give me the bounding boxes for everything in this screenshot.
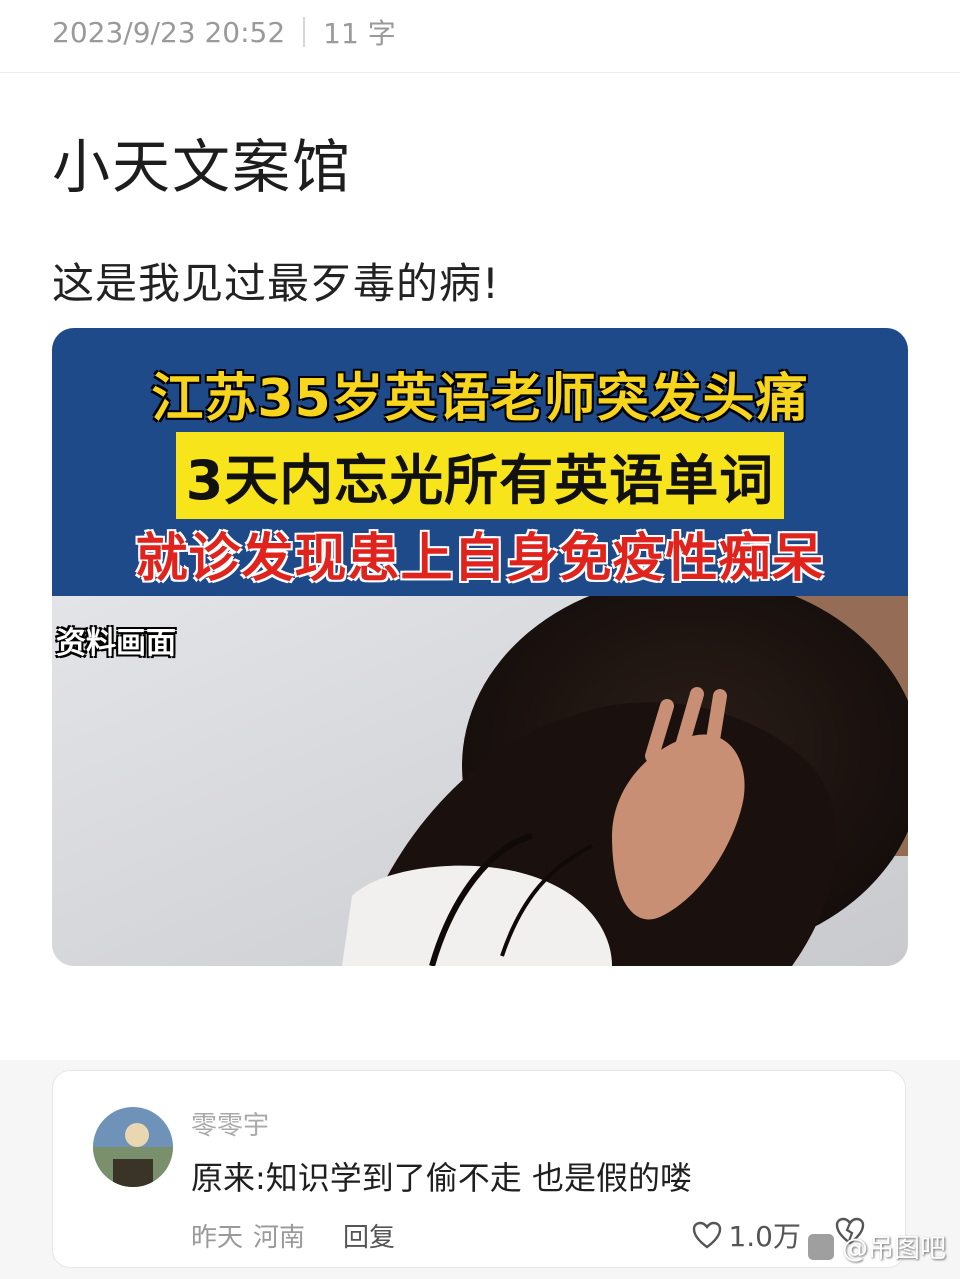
page: 2023/9/23 20:52 11 字 小天文案馆 这是我见过最歹毒的病! 江… [0, 0, 960, 1279]
comment-footer: 昨天 河南 回复 [191, 1217, 395, 1254]
news-photo: 资料画面 [52, 576, 908, 966]
headline-line-3: 就诊发现患上自身免疫性痴呆 [135, 529, 825, 589]
headline-band: 江苏35岁英语老师突发头痛 3天内忘光所有英语单词 就诊发现患上自身免疫性痴呆 [52, 328, 908, 596]
post-body: 这是我见过最歹毒的病! [52, 259, 500, 308]
comment-time: 昨天 [191, 1223, 244, 1253]
avatar-image [93, 1107, 173, 1187]
like-count: 1.0万 [728, 1220, 801, 1253]
comment-card[interactable]: 零零宇 原来:知识学到了偷不走 也是假的喽 昨天 河南 回复 1.0万 [52, 1070, 906, 1268]
post-title: 小天文案馆 [52, 133, 353, 201]
top-divider [0, 72, 960, 73]
post-timestamp: 2023/9/23 20:52 [52, 15, 286, 49]
watermark-text: @吊图吧 [841, 1234, 946, 1264]
word-count: 11 字 [323, 17, 396, 50]
comment-location: 河南 [253, 1223, 306, 1253]
archive-footage-label: 资料画面 [56, 626, 176, 661]
news-image[interactable]: 江苏35岁英语老师突发头痛 3天内忘光所有英语单词 就诊发现患上自身免疫性痴呆 [52, 328, 908, 966]
commenter-name[interactable]: 零零宇 [191, 1105, 269, 1142]
headline-line-2: 3天内忘光所有英语单词 [175, 432, 785, 519]
comment-text: 原来:知识学到了偷不走 也是假的喽 [191, 1159, 692, 1197]
reply-button[interactable]: 回复 [343, 1217, 395, 1254]
site-watermark: @吊图吧 [805, 1228, 946, 1265]
woman-holding-head-photo [52, 576, 908, 966]
like-button[interactable]: 1.0万 [692, 1215, 801, 1255]
post-meta-bar: 2023/9/23 20:52 11 字 [52, 12, 396, 52]
avatar[interactable] [93, 1107, 173, 1187]
headline-line-1: 江苏35岁英语老师突发头痛 [151, 369, 809, 429]
heart-icon [693, 1221, 722, 1249]
watermark-logo-icon [805, 1231, 836, 1262]
meta-divider [303, 17, 306, 47]
